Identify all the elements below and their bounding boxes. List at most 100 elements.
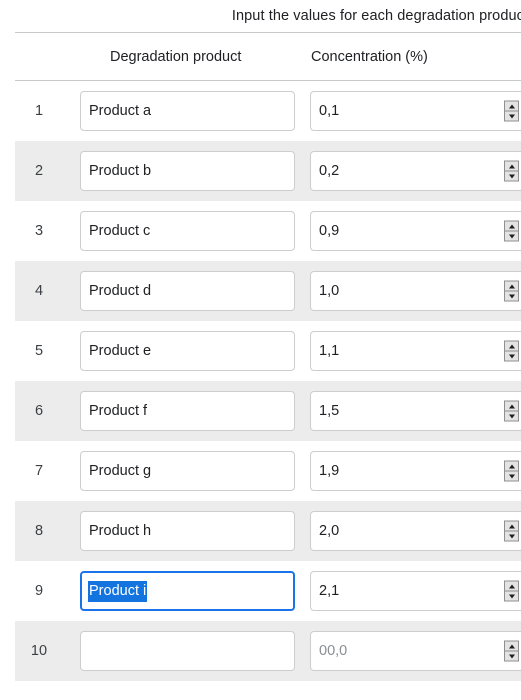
- triangle-down-icon: [508, 354, 515, 358]
- row-number: 9: [34, 583, 44, 599]
- row-number: 8: [34, 523, 44, 539]
- cell-concentration: 1,0: [293, 271, 521, 311]
- triangle-down-icon: [508, 474, 515, 478]
- triangle-up-icon: [508, 164, 515, 168]
- row-left-gutter: [0, 261, 15, 321]
- triangle-down-icon: [508, 594, 515, 598]
- degradation-product-input[interactable]: Product c: [80, 211, 295, 251]
- concentration-stepper[interactable]: 1,1: [310, 331, 521, 371]
- degradation-product-input-page: Input the values for each degradation pr…: [0, 0, 521, 700]
- degradation-product-value: Product g: [89, 463, 152, 479]
- spinner-decrement-button[interactable]: [505, 592, 518, 601]
- spinner-increment-button[interactable]: [505, 582, 518, 592]
- spinner-decrement-button[interactable]: [505, 232, 518, 241]
- concentration-stepper[interactable]: 0,1: [310, 91, 521, 131]
- spinner-control[interactable]: [504, 400, 519, 422]
- row-left-gutter: [0, 561, 15, 621]
- row-left-gutter: [0, 201, 15, 261]
- spinner-increment-button[interactable]: [505, 102, 518, 112]
- cell-concentration: 00,0: [293, 631, 521, 671]
- degradation-product-table: Degradation product Concentration (%) 1 P…: [0, 32, 521, 681]
- concentration-value: 2,1: [319, 583, 340, 599]
- spinner-increment-button[interactable]: [505, 402, 518, 412]
- concentration-stepper[interactable]: 1,0: [310, 271, 521, 311]
- spinner-increment-button[interactable]: [505, 342, 518, 352]
- spinner-decrement-button[interactable]: [505, 472, 518, 481]
- row-left-gutter: [0, 81, 15, 141]
- spinner-decrement-button[interactable]: [505, 292, 518, 301]
- cell-concentration: 1,5: [293, 391, 521, 431]
- table-row: 6 Product f 1,5: [0, 381, 521, 441]
- degradation-product-input[interactable]: Product f: [80, 391, 295, 431]
- table-row: 7 Product g 1,9: [0, 441, 521, 501]
- row-left-gutter: [0, 441, 15, 501]
- cell-degradation-product: Product b: [63, 151, 295, 191]
- spinner-decrement-button[interactable]: [505, 352, 518, 361]
- concentration-stepper[interactable]: 0,9: [310, 211, 521, 251]
- spinner-increment-button[interactable]: [505, 462, 518, 472]
- spinner-decrement-button[interactable]: [505, 532, 518, 541]
- row-number: 10: [30, 643, 48, 659]
- triangle-up-icon: [508, 584, 515, 588]
- cell-concentration: 2,0: [293, 511, 521, 551]
- degradation-product-input[interactable]: Product g: [80, 451, 295, 491]
- degradation-product-input[interactable]: Product e: [80, 331, 295, 371]
- spinner-increment-button[interactable]: [505, 522, 518, 532]
- concentration-stepper[interactable]: 1,9: [310, 451, 521, 491]
- spinner-increment-button[interactable]: [505, 162, 518, 172]
- row-number: 6: [34, 403, 44, 419]
- spinner-control[interactable]: [504, 640, 519, 662]
- spinner-control[interactable]: [504, 520, 519, 542]
- table-row: 4 Product d 1,0: [0, 261, 521, 321]
- degradation-product-input[interactable]: Product h: [80, 511, 295, 551]
- spinner-control[interactable]: [504, 100, 519, 122]
- degradation-product-input[interactable]: Product i: [80, 571, 295, 611]
- table-row: 1 Product a 0,1: [0, 81, 521, 141]
- degradation-product-value: Product c: [89, 223, 151, 239]
- degradation-product-value: Product i: [89, 581, 147, 601]
- concentration-stepper[interactable]: 1,5: [310, 391, 521, 431]
- spinner-control[interactable]: [504, 220, 519, 242]
- row-number: 4: [34, 283, 44, 299]
- degradation-product-value: Product f: [89, 403, 148, 419]
- degradation-product-value: Product h: [89, 523, 152, 539]
- degradation-product-input[interactable]: Product b: [80, 151, 295, 191]
- spinner-increment-button[interactable]: [505, 222, 518, 232]
- spinner-control[interactable]: [504, 460, 519, 482]
- spinner-decrement-button[interactable]: [505, 112, 518, 121]
- triangle-up-icon: [508, 644, 515, 648]
- triangle-down-icon: [508, 114, 515, 118]
- cell-concentration: 1,1: [293, 331, 521, 371]
- triangle-down-icon: [508, 654, 515, 658]
- degradation-product-input[interactable]: Product a: [80, 91, 295, 131]
- spinner-control[interactable]: [504, 280, 519, 302]
- triangle-up-icon: [508, 464, 515, 468]
- spinner-decrement-button[interactable]: [505, 652, 518, 661]
- triangle-down-icon: [508, 234, 515, 238]
- cell-degradation-product: Product c: [63, 211, 295, 251]
- concentration-stepper[interactable]: 2,1: [310, 571, 521, 611]
- triangle-down-icon: [508, 534, 515, 538]
- spinner-increment-button[interactable]: [505, 642, 518, 652]
- cell-concentration: 0,1: [293, 91, 521, 131]
- triangle-up-icon: [508, 284, 515, 288]
- spinner-control[interactable]: [504, 160, 519, 182]
- triangle-up-icon: [508, 404, 515, 408]
- row-left-gutter: [0, 501, 15, 561]
- cell-degradation-product: Product a: [63, 91, 295, 131]
- spinner-control[interactable]: [504, 340, 519, 362]
- degradation-product-input[interactable]: Product d: [80, 271, 295, 311]
- degradation-product-value: Product b: [89, 163, 152, 179]
- instruction-bar: Input the values for each degradation pr…: [0, 0, 521, 32]
- spinner-increment-button[interactable]: [505, 282, 518, 292]
- column-header-degradation-product: Degradation product: [110, 48, 242, 65]
- spinner-decrement-button[interactable]: [505, 412, 518, 421]
- table-row: 9 Product i 2,1: [0, 561, 521, 621]
- degradation-product-input[interactable]: [80, 631, 295, 671]
- concentration-stepper[interactable]: 0,2: [310, 151, 521, 191]
- concentration-stepper[interactable]: 2,0: [310, 511, 521, 551]
- concentration-stepper[interactable]: 00,0: [310, 631, 521, 671]
- table-row: 2 Product b 0,2: [0, 141, 521, 201]
- spinner-control[interactable]: [504, 580, 519, 602]
- spinner-decrement-button[interactable]: [505, 172, 518, 181]
